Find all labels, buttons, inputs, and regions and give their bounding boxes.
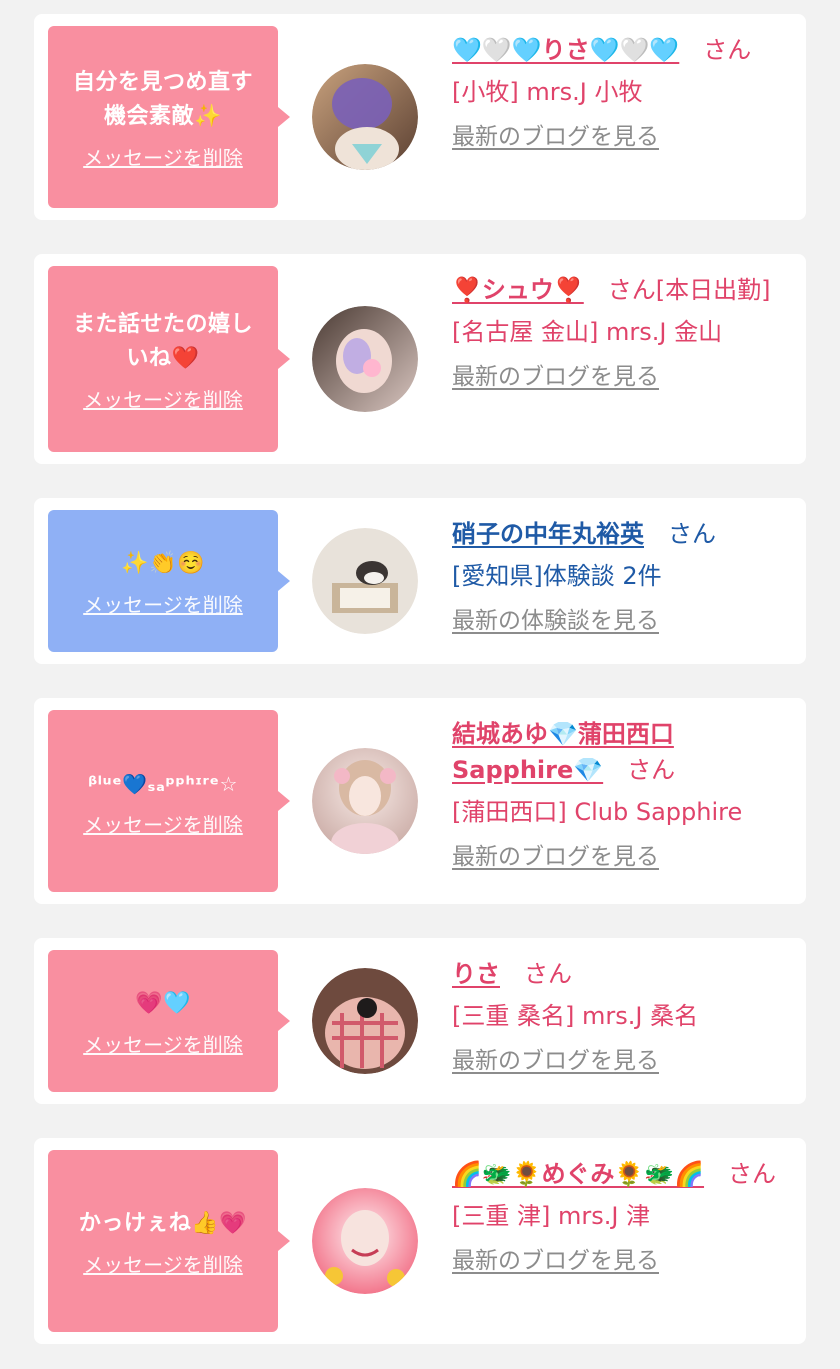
honorific: さん xyxy=(668,520,716,548)
delete-message-link[interactable]: メッセージを削除 xyxy=(83,384,243,413)
shop-info: [名古屋 金山] mrs.J 金山 xyxy=(452,318,723,346)
avatar[interactable] xyxy=(312,968,418,1074)
sender-name-line: 🩵🤍🩵りさ🩵🤍🩵 さん xyxy=(452,32,792,68)
message-bubble: ᵝˡᵘᵉ💙ₛₐᵖᵖʰᶦʳᵉ☆ メッセージを削除 xyxy=(48,710,290,892)
sender-name-line: りさ さん xyxy=(452,956,792,992)
shop-info: [三重 津] mrs.J 津 xyxy=(452,1202,651,1230)
sender-name-line: 結城あゆ💎蒲田西口Sapphire💎 さん xyxy=(452,716,792,788)
message-bubble: かっけぇね👍💗 メッセージを削除 xyxy=(48,1150,290,1332)
message-list: 自分を見つめ直す 機会素敵✨ メッセージを削除 🩵🤍🩵りさ🩵🤍🩵 さん [小牧]… xyxy=(34,14,806,1344)
sender-name-link[interactable]: 🌈🐲🌻めぐみ🌻🐲🌈 xyxy=(452,1160,704,1188)
message-bubble: ✨👏☺️ メッセージを削除 xyxy=(48,510,290,652)
sender-info: ❣️シュウ❣️ さん[本日出勤] [名古屋 金山] mrs.J 金山 最新のブログ… xyxy=(452,266,792,394)
blog-link[interactable]: 最新のブログを見る xyxy=(452,120,792,154)
honorific: さん xyxy=(524,960,572,988)
message-text: ᵝˡᵘᵉ💙ₛₐᵖᵖʰᶦʳᵉ☆ xyxy=(88,771,238,796)
delete-message-link[interactable]: メッセージを削除 xyxy=(83,809,243,838)
message-text: 自分を見つめ直す 機会素敵✨ xyxy=(72,69,253,129)
sender-name-link[interactable]: ❣️シュウ❣️ xyxy=(452,276,584,304)
delete-message-link[interactable]: メッセージを削除 xyxy=(83,142,243,171)
honorific: さん xyxy=(728,1160,777,1188)
sender-name-link[interactable]: 🩵🤍🩵りさ🩵🤍🩵 xyxy=(452,36,679,64)
sender-info: りさ さん [三重 桑名] mrs.J 桑名 最新のブログを見る xyxy=(452,950,792,1078)
message-text: ✨👏☺️ xyxy=(121,550,205,576)
status-badge: [本日出勤] xyxy=(655,276,771,304)
message-text: また話せたの嬉し いね❤️ xyxy=(72,311,253,371)
blog-link[interactable]: 最新のブログを見る xyxy=(452,1244,792,1278)
sender-name-link[interactable]: 硝子の中年丸裕英 xyxy=(452,520,644,548)
shop-info: [愛知県]体験談 2件 xyxy=(452,562,662,590)
avatar-image xyxy=(312,748,418,854)
message-bubble: 💗🩵 メッセージを削除 xyxy=(48,950,290,1092)
experience-link[interactable]: 最新の体験談を見る xyxy=(452,604,792,638)
message-card: 💗🩵 メッセージを削除 りさ さん [三重 桑名] mrs.J 桑名 最新のブログ… xyxy=(34,938,806,1104)
message-text: 💗🩵 xyxy=(135,990,191,1016)
avatar[interactable] xyxy=(312,528,418,634)
sender-name-line: 硝子の中年丸裕英 さん xyxy=(452,516,792,552)
delete-message-link[interactable]: メッセージを削除 xyxy=(83,1249,243,1278)
message-text: かっけぇね👍💗 xyxy=(78,1210,248,1236)
sender-info: 硝子の中年丸裕英 さん [愛知県]体験談 2件 最新の体験談を見る xyxy=(452,510,792,638)
blog-link[interactable]: 最新のブログを見る xyxy=(452,840,792,874)
shop-info: [蒲田西口] Club Sapphire xyxy=(452,798,743,826)
message-bubble: また話せたの嬉し いね❤️ メッセージを削除 xyxy=(48,266,290,452)
avatar-image xyxy=(312,968,418,1074)
sender-name-line: ❣️シュウ❣️ さん[本日出勤] xyxy=(452,272,792,308)
honorific: さん xyxy=(607,276,656,304)
avatar[interactable] xyxy=(312,1188,418,1294)
avatar-image xyxy=(312,64,418,170)
sender-info: 結城あゆ💎蒲田西口Sapphire💎 さん [蒲田西口] Club Sapphir… xyxy=(452,710,792,874)
avatar-image xyxy=(312,306,418,412)
honorific: さん xyxy=(703,36,752,64)
blog-link[interactable]: 最新のブログを見る xyxy=(452,360,792,394)
message-card: かっけぇね👍💗 メッセージを削除 🌈🐲🌻めぐみ🌻🐲🌈 さん [三重 津] mrs… xyxy=(34,1138,806,1344)
shop-info: [小牧] mrs.J 小牧 xyxy=(452,78,643,106)
avatar-image xyxy=(312,528,418,634)
sender-name-line: 🌈🐲🌻めぐみ🌻🐲🌈 さん xyxy=(452,1156,792,1192)
avatar-image xyxy=(312,1188,418,1294)
avatar[interactable] xyxy=(312,306,418,412)
avatar[interactable] xyxy=(312,64,418,170)
sender-info: 🩵🤍🩵りさ🩵🤍🩵 さん [小牧] mrs.J 小牧 最新のブログを見る xyxy=(452,26,792,154)
message-card: また話せたの嬉し いね❤️ メッセージを削除 ❣️シュウ❣️ さん[本日出勤] xyxy=(34,254,806,464)
honorific: さん xyxy=(627,756,676,784)
message-card: ᵝˡᵘᵉ💙ₛₐᵖᵖʰᶦʳᵉ☆ メッセージを削除 結城あゆ💎蒲田西口Sapphir… xyxy=(34,698,806,904)
message-bubble: 自分を見つめ直す 機会素敵✨ メッセージを削除 xyxy=(48,26,290,208)
sender-name-link[interactable]: りさ xyxy=(452,960,500,988)
sender-info: 🌈🐲🌻めぐみ🌻🐲🌈 さん [三重 津] mrs.J 津 最新のブログを見る xyxy=(452,1150,792,1278)
delete-message-link[interactable]: メッセージを削除 xyxy=(83,1029,243,1058)
shop-info: [三重 桑名] mrs.J 桑名 xyxy=(452,1002,699,1030)
blog-link[interactable]: 最新のブログを見る xyxy=(452,1044,792,1078)
message-card: 自分を見つめ直す 機会素敵✨ メッセージを削除 🩵🤍🩵りさ🩵🤍🩵 さん [小牧]… xyxy=(34,14,806,220)
message-card: ✨👏☺️ メッセージを削除 硝子の中年丸裕英 さん [愛知県]体験談 2件 最新の… xyxy=(34,498,806,664)
avatar[interactable] xyxy=(312,748,418,854)
delete-message-link[interactable]: メッセージを削除 xyxy=(83,589,243,618)
